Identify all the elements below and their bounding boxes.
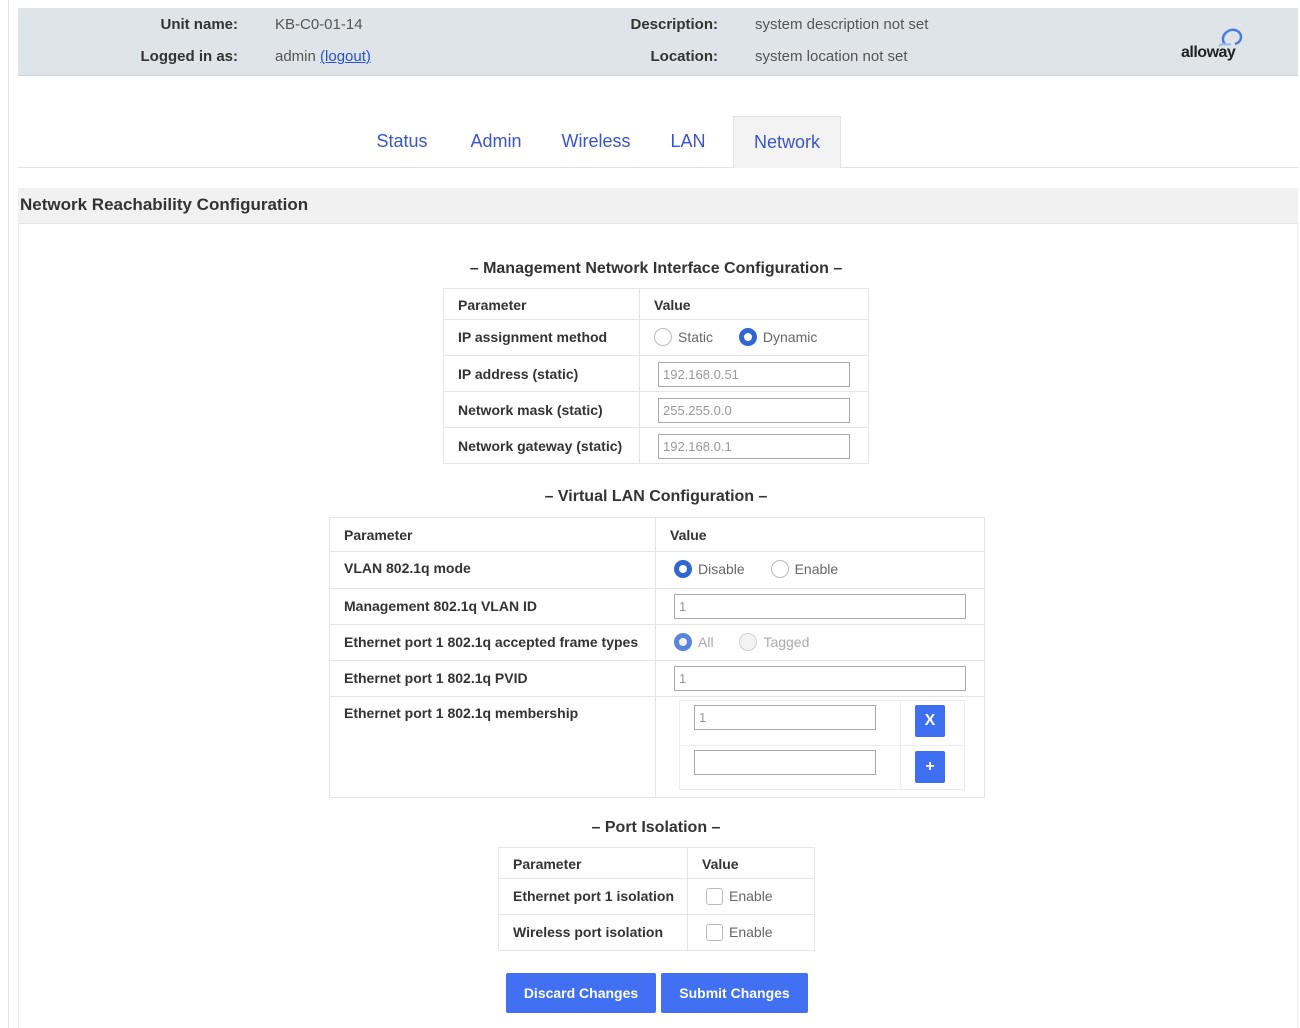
brand-logo: alloway <box>1181 22 1261 66</box>
logged-in-user: admin <box>275 48 316 65</box>
ip-method-static-label: Static <box>678 329 714 346</box>
logo-text: alloway <box>1181 44 1236 61</box>
table-row: Ethernet port 1 802.1q PVID <box>329 660 985 697</box>
network-gateway-label: Network gateway (static) <box>443 427 640 464</box>
wifi-isolation-option: Enable <box>729 924 773 941</box>
membership-input-2[interactable] <box>694 750 876 775</box>
eth-isolation-option: Enable <box>729 888 773 905</box>
table-row: Management 802.1q VLAN ID <box>329 588 985 625</box>
table-row: IP address (static) <box>443 355 869 392</box>
wifi-isolation-checkbox[interactable] <box>706 923 723 941</box>
network-gateway-input[interactable] <box>658 434 850 459</box>
pvid-input[interactable] <box>674 666 966 691</box>
mgmt-col-param: Parameter <box>443 288 640 320</box>
wifi-isolation-value: Enable <box>687 914 815 951</box>
frame-types-all-label: All <box>698 634 714 651</box>
mgmt-section-title: – Management Network Interface Configura… <box>469 260 843 277</box>
membership-label: Ethernet port 1 802.1q membership <box>329 696 656 798</box>
frame-types-tagged-radio[interactable] <box>739 633 758 652</box>
discard-changes-button[interactable]: Discard Changes <box>506 973 656 1013</box>
network-mask-label: Network mask (static) <box>443 391 640 428</box>
eth-isolation-label: Ethernet port 1 isolation <box>498 878 688 915</box>
ip-method-label: IP assignment method <box>443 319 640 356</box>
ip-method-dynamic-label: Dynamic <box>762 329 818 346</box>
membership-input-1[interactable] <box>694 705 876 730</box>
description-value: system description not set <box>755 16 929 33</box>
logged-in-label: Logged in as: <box>140 48 239 65</box>
ip-method-value: Static Dynamic <box>639 319 869 356</box>
logout-link[interactable]: (logout) <box>320 48 371 65</box>
membership-col-divider <box>900 701 901 789</box>
description-label: Description: <box>630 16 718 33</box>
frame-types-label: Ethernet port 1 802.1q accepted frame ty… <box>329 624 656 661</box>
table-row: IP assignment method Static Dynamic <box>443 319 869 356</box>
vlan-mode-label: VLAN 802.1q mode <box>329 551 656 589</box>
frame-types-tagged-label: Tagged <box>763 634 810 651</box>
table-row: Ethernet port 1 802.1q accepted frame ty… <box>329 624 985 661</box>
wifi-isolation-label: Wireless port isolation <box>498 914 688 951</box>
nav-tabs: Status Admin Wireless LAN Network <box>18 116 1298 168</box>
mgmt-vlan-id-input[interactable] <box>674 594 966 619</box>
tab-admin[interactable]: Admin <box>454 116 538 168</box>
mgmt-table: Parameter Value IP assignment method Sta… <box>443 288 869 464</box>
network-mask-input[interactable] <box>658 398 850 423</box>
isolation-col-value: Value <box>687 847 815 879</box>
vlan-col-value: Value <box>655 517 985 552</box>
unit-name-value: KB-C0-01-14 <box>275 16 363 33</box>
ip-method-static-radio[interactable] <box>654 328 672 347</box>
tab-wireless[interactable]: Wireless <box>548 116 644 168</box>
vlan-col-param: Parameter <box>329 517 656 552</box>
ip-address-label: IP address (static) <box>443 355 640 392</box>
vlan-mode-enable-radio[interactable] <box>770 560 789 579</box>
vlan-mode-disable-radio[interactable] <box>674 560 692 579</box>
table-row: Wireless port isolation Enable <box>498 914 815 951</box>
membership-divider <box>680 745 964 746</box>
vlan-mode-enable-label: Enable <box>794 561 839 578</box>
table-row: Network gateway (static) <box>443 427 869 464</box>
eth-isolation-checkbox[interactable] <box>706 887 723 905</box>
eth-isolation-value: Enable <box>687 878 815 915</box>
frame-types-all-radio[interactable] <box>674 633 692 652</box>
mgmt-vlan-id-label: Management 802.1q VLAN ID <box>329 588 656 625</box>
vlan-section-title: – Virtual LAN Configuration – <box>544 488 768 505</box>
isolation-col-param: Parameter <box>498 847 688 879</box>
frame-types-value: All Tagged <box>655 624 985 661</box>
pvid-label: Ethernet port 1 802.1q PVID <box>329 660 656 697</box>
location-value: system location not set <box>755 48 908 65</box>
membership-add-button[interactable]: + <box>915 751 945 783</box>
tab-network[interactable]: Network <box>733 116 841 168</box>
unit-name-label: Unit name: <box>160 16 238 33</box>
location-label: Location: <box>650 48 719 65</box>
tab-lan[interactable]: LAN <box>654 116 722 168</box>
isolation-section-title: – Port Isolation – <box>591 819 721 836</box>
vlan-mode-disable-label: Disable <box>698 561 745 578</box>
isolation-table: Parameter Value Ethernet port 1 isolatio… <box>498 847 815 951</box>
logged-in-value: admin (logout) <box>275 48 371 65</box>
header-bar: Unit name: KB-C0-01-14 Logged in as: adm… <box>18 8 1298 76</box>
ip-address-input[interactable] <box>658 362 850 387</box>
table-row: Ethernet port 1 isolation Enable <box>498 878 815 915</box>
ip-method-dynamic-radio[interactable] <box>738 328 757 347</box>
table-row: VLAN 802.1q mode Disable Enable <box>329 551 985 589</box>
vlan-mode-value: Disable Enable <box>655 551 985 589</box>
membership-remove-button[interactable]: X <box>915 705 945 737</box>
submit-changes-button[interactable]: Submit Changes <box>661 973 808 1013</box>
tab-status[interactable]: Status <box>360 116 444 168</box>
mgmt-col-value: Value <box>639 288 869 320</box>
page-title: Network Reachability Configuration <box>18 188 1298 224</box>
table-row: Network mask (static) <box>443 391 869 428</box>
